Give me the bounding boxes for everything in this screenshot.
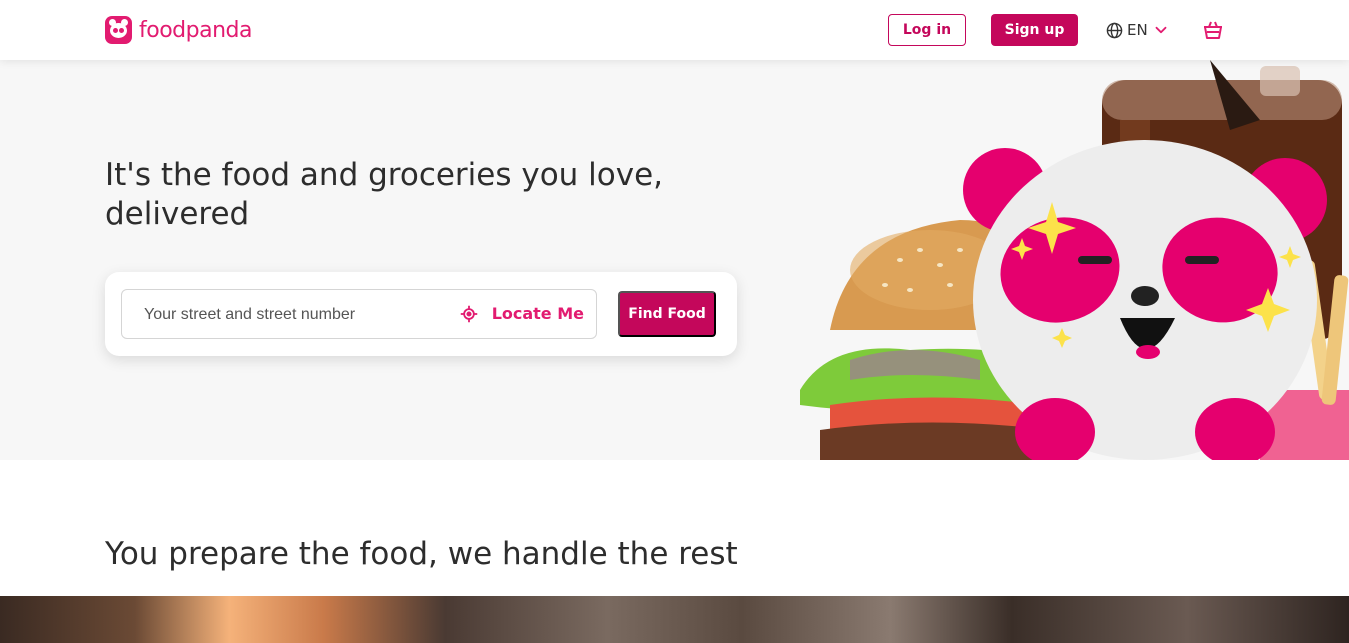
- hero-section: It's the food and groceries you love, de…: [0, 60, 1349, 460]
- login-button[interactable]: Log in: [888, 14, 966, 46]
- brand-name: foodpanda: [139, 17, 252, 43]
- language-code: EN: [1127, 21, 1148, 39]
- signup-button[interactable]: Sign up: [991, 14, 1078, 46]
- locate-me-label: Locate Me: [491, 304, 584, 323]
- cart-button[interactable]: [1201, 18, 1225, 42]
- shopping-basket-icon: [1204, 21, 1222, 39]
- address-input[interactable]: [144, 304, 454, 326]
- locate-me-button[interactable]: Locate Me: [460, 304, 584, 323]
- address-search-box: Locate Me: [121, 289, 597, 339]
- address-search-card: Locate Me Find Food: [105, 272, 737, 356]
- crosshair-icon: [460, 305, 477, 322]
- language-selector[interactable]: EN: [1106, 18, 1170, 42]
- find-food-button[interactable]: Find Food: [618, 291, 716, 337]
- kitchen-photo: [0, 596, 1349, 643]
- hero-title: It's the food and groceries you love, de…: [105, 157, 664, 232]
- top-nav-bar: foodpanda Log in Sign up EN: [0, 0, 1349, 60]
- panda-logo-icon: [105, 16, 132, 44]
- globe-icon: [1106, 22, 1123, 38]
- section-title: You prepare the food, we handle the rest: [105, 536, 738, 572]
- foodpanda-logo[interactable]: foodpanda: [105, 16, 252, 44]
- chevron-down-icon: [1155, 26, 1167, 34]
- hero-illustration: [800, 60, 1349, 460]
